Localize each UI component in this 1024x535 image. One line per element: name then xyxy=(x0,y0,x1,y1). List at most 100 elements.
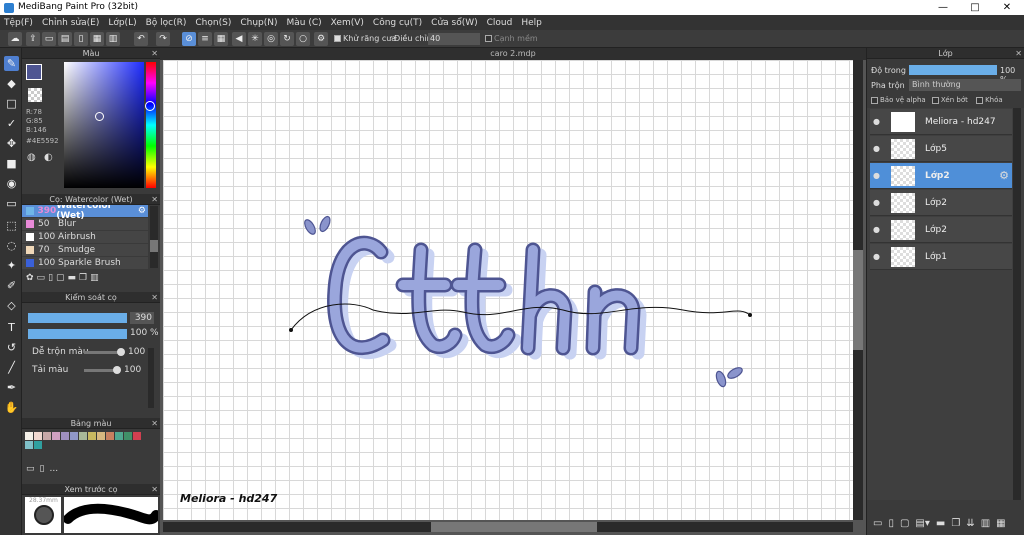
palette-swatch[interactable] xyxy=(115,432,123,440)
foreground-swatch[interactable] xyxy=(26,64,42,80)
import-brush-icon[interactable]: ▢ xyxy=(56,273,65,283)
brush-item[interactable]: 390 Watercolor (Wet) ⚙ xyxy=(22,201,148,221)
bucket-tool-icon[interactable]: ◉ xyxy=(4,176,19,191)
eye-icon[interactable]: ● xyxy=(873,117,883,126)
document-tab[interactable]: caro 2.mdp xyxy=(160,48,866,60)
color-cursor[interactable] xyxy=(95,112,104,121)
close-button[interactable]: ✕ xyxy=(996,1,1018,14)
clipping-checkbox[interactable] xyxy=(931,96,939,104)
eye-icon[interactable]: ● xyxy=(873,225,883,234)
horizontal-scrollbar[interactable] xyxy=(163,522,853,532)
snap-vanish-icon[interactable]: ◀ xyxy=(232,32,246,46)
new-brush-icon[interactable]: ▭ xyxy=(37,273,46,283)
layer-row[interactable]: ● Meliora - hd247 xyxy=(870,109,1012,135)
eye-icon[interactable]: ● xyxy=(873,198,883,207)
snap-parallel-icon[interactable]: ≡ xyxy=(198,32,212,46)
layer-row[interactable]: ● Lớp1 xyxy=(870,244,1012,270)
grid-icon[interactable]: ▦ xyxy=(90,32,104,46)
snap-ellipse-icon[interactable]: ○ xyxy=(296,32,310,46)
palette-swatch[interactable] xyxy=(106,432,114,440)
snap-cross-icon[interactable]: ▦ xyxy=(214,32,228,46)
palette-swatch[interactable] xyxy=(25,432,33,440)
eye-icon[interactable]: ● xyxy=(873,144,883,153)
menu-help[interactable]: Help xyxy=(521,18,542,28)
add-brush-icon[interactable]: ▯ xyxy=(48,273,53,283)
rect-tool-icon[interactable]: □ xyxy=(4,96,19,111)
canvas-area[interactable]: Meliora - hd247 xyxy=(160,60,866,535)
layer-move-icon[interactable]: ▥ xyxy=(981,518,990,529)
brush-item[interactable]: 100 Sparkle Brush xyxy=(22,257,148,270)
canvas[interactable]: Meliora - hd247 xyxy=(163,60,853,520)
opacity-bar[interactable] xyxy=(28,329,127,339)
control-scrollbar[interactable] xyxy=(148,348,154,408)
hue-slider[interactable] xyxy=(145,62,156,188)
blend-slider[interactable] xyxy=(84,348,125,356)
undo-icon[interactable]: ↶ xyxy=(134,32,148,46)
menu-select[interactable]: Chọn(S) xyxy=(195,18,231,28)
trash-icon[interactable]: ▦ xyxy=(996,518,1005,529)
saturation-value-square[interactable] xyxy=(64,62,144,188)
snap-curve-icon[interactable]: ↻ xyxy=(280,32,294,46)
maximize-button[interactable]: □ xyxy=(964,1,986,14)
menu-cloud[interactable]: Cloud xyxy=(487,18,513,28)
layer-row[interactable]: ● Lớp2 xyxy=(870,217,1012,243)
page-icon[interactable]: ▯ xyxy=(74,32,88,46)
comment-icon[interactable]: ▤ xyxy=(58,32,72,46)
duplicate-layer-icon[interactable]: ❐ xyxy=(951,518,960,529)
palette-swatch[interactable] xyxy=(52,432,60,440)
snap-circle-icon[interactable]: ◎ xyxy=(264,32,278,46)
new-layer-icon[interactable]: ▭ xyxy=(873,518,882,529)
transparent-swatch[interactable] xyxy=(28,88,42,102)
select-rect-icon[interactable]: ⬚ xyxy=(4,218,19,233)
layer-opacity-bar[interactable] xyxy=(909,65,997,75)
new-halftone-layer-icon[interactable]: ▯ xyxy=(888,518,894,529)
antialias-checkbox[interactable] xyxy=(334,35,341,42)
gradient-tool-icon[interactable]: ▭ xyxy=(4,196,19,211)
close-icon[interactable]: ✕ xyxy=(1015,48,1022,59)
merge-layer-icon[interactable]: ⇊ xyxy=(966,518,974,529)
palette-swatch[interactable] xyxy=(43,432,51,440)
folder-icon[interactable]: ▬ xyxy=(68,273,77,283)
select-pen-icon[interactable]: ✐ xyxy=(4,278,19,293)
menu-color[interactable]: Màu (C) xyxy=(287,18,322,28)
eye-icon[interactable]: ● xyxy=(873,171,883,180)
menu-window[interactable]: Cửa sổ(W) xyxy=(431,18,477,28)
layer-row[interactable]: ● Lớp2 xyxy=(870,190,1012,216)
close-icon[interactable]: ✕ xyxy=(151,418,158,429)
new-palette-icon[interactable]: ▭ xyxy=(26,464,35,474)
eye-icon[interactable]: ● xyxy=(873,252,883,261)
folder-icon[interactable]: ▬ xyxy=(936,518,945,529)
gear-icon[interactable]: ⚙ xyxy=(999,169,1009,182)
palette-swatch[interactable] xyxy=(124,432,132,440)
layer-scrollbar[interactable] xyxy=(1013,108,1021,500)
reload-slider[interactable] xyxy=(84,366,121,374)
gear-icon[interactable]: ⚙ xyxy=(138,206,146,216)
brush-tool-icon[interactable]: ✎ xyxy=(4,56,19,71)
menu-layer[interactable]: Lớp(L) xyxy=(108,18,136,28)
brush-item[interactable]: 70 Smudge xyxy=(22,244,148,257)
palette-swatch[interactable] xyxy=(34,432,42,440)
trash-icon[interactable]: ▥ xyxy=(90,273,99,283)
palette-swatch[interactable] xyxy=(88,432,96,440)
copy-brush-icon[interactable]: ❐ xyxy=(79,273,87,283)
layer-row[interactable]: ● Lớp5 xyxy=(870,136,1012,162)
menu-filter[interactable]: Bộ lọc(R) xyxy=(146,18,187,28)
palette-more[interactable]: ... xyxy=(49,464,58,474)
menu-snap[interactable]: Chụp(N) xyxy=(240,18,277,28)
snap-radial-icon[interactable]: ✳ xyxy=(248,32,262,46)
export-icon[interactable]: ⇪ xyxy=(26,32,40,46)
close-icon[interactable]: ✕ xyxy=(151,48,158,59)
color-wheel-icon[interactable]: ◍ xyxy=(27,152,36,163)
palette-swatch[interactable] xyxy=(25,441,33,449)
add-layer-dropdown-icon[interactable]: ▤▾ xyxy=(915,518,929,529)
new-8bit-layer-icon[interactable]: ▢ xyxy=(900,518,909,529)
add-color-icon[interactable]: ▯ xyxy=(40,464,45,474)
move-tool-icon[interactable]: ✥ xyxy=(4,136,19,151)
divide-tool-icon[interactable]: ╱ xyxy=(4,360,19,375)
brush-scrollbar[interactable] xyxy=(150,206,158,268)
brush-size-value[interactable]: 390 xyxy=(130,312,154,324)
eyedropper-tool-icon[interactable]: ✒ xyxy=(4,380,19,395)
hue-cursor[interactable] xyxy=(145,101,155,111)
text-tool-icon[interactable]: T xyxy=(4,320,19,335)
blend-mode-select[interactable]: Bình thường xyxy=(909,79,1021,91)
